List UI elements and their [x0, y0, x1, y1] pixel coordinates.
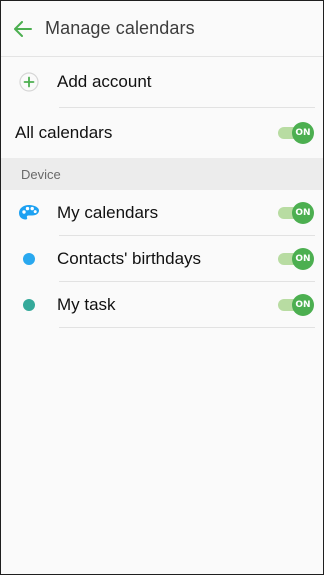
my-calendars-toggle[interactable]: ON [278, 201, 314, 224]
all-calendars-toggle[interactable]: ON [278, 122, 314, 144]
contacts-birthdays-toggle[interactable]: ON [278, 247, 314, 270]
divider [59, 327, 315, 328]
add-account-label: Add account [57, 72, 152, 91]
arrow-left-icon [14, 20, 32, 37]
page-title: Manage calendars [45, 18, 195, 38]
all-calendars-row[interactable]: All calendars ON [1, 108, 323, 158]
calendar-label: My calendars [57, 202, 159, 222]
all-calendars-label: All calendars [15, 123, 113, 142]
plus-circle-icon [19, 72, 39, 92]
back-button[interactable] [1, 1, 45, 56]
toggle-knob: ON [292, 293, 314, 316]
toggle-knob: ON [292, 122, 314, 144]
app-bar: Manage calendars [1, 1, 323, 57]
toggle-knob: ON [292, 247, 314, 270]
dot-icon [23, 252, 35, 265]
app-screen: Manage calendars Add account All calenda… [0, 0, 324, 575]
dot-icon [23, 298, 35, 311]
calendar-row-my-calendars[interactable]: My calendars ON [1, 190, 323, 235]
calendar-label: My task [57, 294, 116, 314]
calendar-label: Contacts' birthdays [57, 248, 202, 268]
add-account-row[interactable]: Add account [1, 57, 323, 107]
toggle-knob: ON [292, 201, 314, 224]
calendar-row-contacts-birthdays[interactable]: Contacts' birthdays ON [1, 236, 323, 281]
section-header-device: Device [1, 158, 323, 190]
calendar-row-my-task[interactable]: My task ON [1, 282, 323, 327]
palette-icon [19, 204, 39, 219]
my-task-toggle[interactable]: ON [278, 293, 314, 316]
